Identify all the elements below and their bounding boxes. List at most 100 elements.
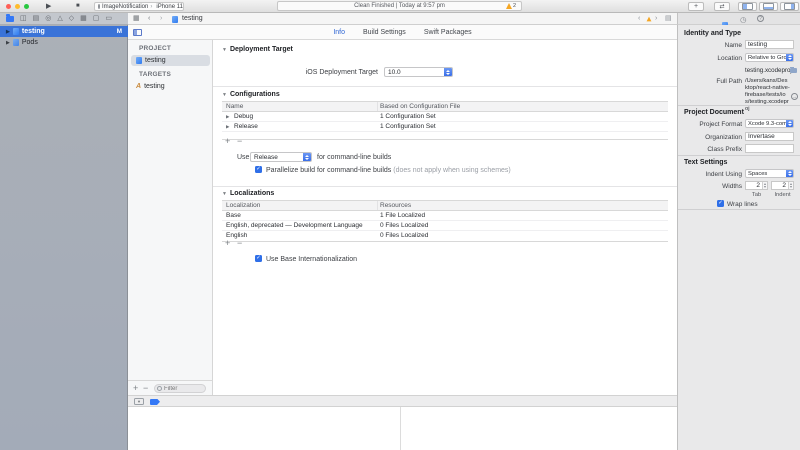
navigator-item-pods[interactable]: ▶ Pods	[0, 37, 128, 48]
command-line-config-popup[interactable]: Release	[250, 152, 312, 162]
project-item[interactable]: testing	[131, 55, 210, 66]
table-row[interactable]: ▶ Debug 1 Configuration Set	[222, 112, 668, 122]
sidebar-filter-bar: + −	[128, 380, 213, 395]
disclosure-triangle-icon[interactable]: ▶	[226, 112, 229, 122]
target-item[interactable]: A testing	[131, 81, 210, 92]
window-controls	[6, 4, 29, 9]
target-item-label: testing	[144, 83, 165, 90]
stop-button[interactable]: ■	[76, 0, 80, 13]
toggle-navigator-button[interactable]	[738, 2, 757, 11]
name-field[interactable]	[745, 40, 794, 49]
section-configurations[interactable]: ▼Configurations	[222, 91, 280, 98]
wrap-lines-label: Wrap lines	[727, 201, 758, 208]
editor-layout-icon[interactable]: ▤	[665, 13, 672, 25]
section-collapse-icon[interactable]: ▼	[222, 92, 227, 98]
ios-deployment-target-popup[interactable]: 10.0	[384, 67, 453, 77]
xcodeproj-icon	[13, 28, 19, 35]
quick-help-inspector-tab[interactable]: ?	[757, 15, 764, 22]
warning-icon	[506, 3, 512, 9]
section-localizations[interactable]: ▼Localizations	[222, 190, 274, 197]
parallelize-label: Parallelize build for command-line build…	[266, 167, 511, 174]
add-configuration-button[interactable]: +	[225, 134, 230, 149]
table-row[interactable]: ▶ Release 1 Configuration Set	[222, 122, 668, 132]
breakpoint-navigator-icon[interactable]: ▢	[93, 13, 100, 25]
run-button[interactable]: ▶	[46, 0, 51, 13]
organization-field[interactable]	[745, 132, 794, 141]
table-row[interactable]: Base 1 File Localized	[222, 211, 668, 221]
class-prefix-field[interactable]	[745, 144, 794, 153]
file-inspector-panel: Identity and Type Name Location Relative…	[677, 25, 800, 450]
editor-arrows-button[interactable]: ⇄	[714, 2, 730, 11]
tab-swift-packages[interactable]: Swift Packages	[424, 29, 472, 36]
debug-navigator-icon[interactable]: ▦	[80, 13, 87, 25]
filter-icon	[157, 386, 162, 391]
section-deployment-target[interactable]: ▼Deployment Target	[222, 46, 293, 53]
issues-badge[interactable]: 2	[506, 3, 516, 9]
base-internationalization-checkbox[interactable]	[255, 255, 262, 262]
build-status-text: Clean Finished | Today at 9:57 pm	[354, 3, 445, 9]
tab-build-settings[interactable]: Build Settings	[363, 29, 406, 36]
parallelize-checkbox[interactable]	[255, 166, 262, 173]
remove-localization-button[interactable]: −	[237, 236, 242, 251]
breakpoints-flag-icon[interactable]	[150, 399, 160, 406]
section-collapse-icon[interactable]: ▼	[222, 191, 227, 197]
tab-width-stepper[interactable]: 2	[745, 181, 768, 190]
location-popup[interactable]: Relative to Group	[745, 53, 794, 62]
forward-button[interactable]: ›	[160, 13, 162, 25]
project-format-popup[interactable]: Xcode 9.3-compatible	[745, 119, 794, 128]
modified-badge: M	[117, 28, 122, 35]
previous-issue-button[interactable]: ‹	[638, 13, 640, 25]
inspector-divider	[678, 209, 800, 210]
column-divider[interactable]	[377, 201, 378, 210]
column-divider[interactable]	[377, 102, 378, 111]
debug-area	[128, 407, 677, 450]
history-inspector-tab[interactable]: ◷	[740, 15, 747, 24]
choose-location-folder-icon[interactable]	[790, 68, 797, 73]
disclosure-triangle-icon[interactable]: ▶	[6, 29, 10, 35]
add-button[interactable]: +	[133, 381, 138, 396]
toggle-inspector-button[interactable]	[780, 2, 799, 11]
next-issue-button[interactable]: ›	[655, 13, 657, 25]
issue-navigator-icon[interactable]: △	[57, 13, 62, 25]
zoom-window-button[interactable]	[24, 4, 29, 9]
issue-warning-icon[interactable]	[647, 17, 652, 22]
table-row[interactable]: English, deprecated — Development Langua…	[222, 221, 668, 231]
reveal-in-finder-arrow-icon[interactable]: →	[791, 93, 798, 100]
scheme-selector[interactable]: ImageNotification › iPhone 11	[94, 2, 184, 11]
find-navigator-icon[interactable]: ◎	[45, 13, 51, 25]
localizations-table: Localization Resources Base 1 File Local…	[222, 200, 668, 242]
library-button[interactable]: +	[688, 2, 704, 11]
popup-stepper-icon	[786, 170, 793, 177]
add-localization-button[interactable]: +	[225, 236, 230, 251]
symbol-navigator-icon[interactable]: ▤	[33, 13, 40, 25]
stepper-arrows-icon[interactable]	[788, 182, 793, 189]
debug-split-divider[interactable]	[400, 407, 401, 450]
back-button[interactable]: ‹	[148, 13, 150, 25]
remove-button[interactable]: −	[143, 381, 148, 396]
jump-bar-file[interactable]: testing	[182, 13, 203, 25]
editor-tab-strip: Info Build Settings Swift Packages	[128, 25, 677, 40]
report-navigator-icon[interactable]: ▭	[105, 13, 112, 25]
minimize-window-button[interactable]	[15, 4, 20, 9]
source-control-navigator-icon[interactable]: ◫	[20, 13, 27, 25]
test-navigator-icon[interactable]: ◇	[69, 13, 74, 25]
hide-debug-area-button[interactable]: ▾	[134, 398, 144, 405]
section-collapse-icon[interactable]: ▼	[222, 47, 227, 53]
navigator-item-testing[interactable]: ▶ testing M	[0, 26, 128, 37]
table-row[interactable]: English 0 Files Localized	[222, 231, 668, 241]
project-navigator-folder-icon[interactable]	[6, 16, 14, 22]
tab-info[interactable]: Info	[333, 29, 345, 36]
location-label: Location	[678, 55, 742, 62]
tab-overview-icon[interactable]: ▦	[133, 13, 140, 25]
stepper-arrows-icon[interactable]	[762, 182, 767, 189]
indent-width-stepper[interactable]: 2	[771, 181, 794, 190]
remove-configuration-button[interactable]: −	[237, 134, 242, 149]
inspector-tab-strip: ◷ ?	[677, 13, 800, 25]
indent-using-popup[interactable]: Spaces	[745, 169, 794, 178]
disclosure-triangle-icon[interactable]: ▶	[226, 122, 229, 132]
wrap-lines-checkbox[interactable]	[717, 200, 724, 207]
disclosure-triangle-icon[interactable]: ▶	[6, 40, 10, 46]
scheme-target: ImageNotification	[102, 4, 148, 10]
toggle-debug-area-button[interactable]	[759, 2, 778, 11]
close-window-button[interactable]	[6, 4, 11, 9]
